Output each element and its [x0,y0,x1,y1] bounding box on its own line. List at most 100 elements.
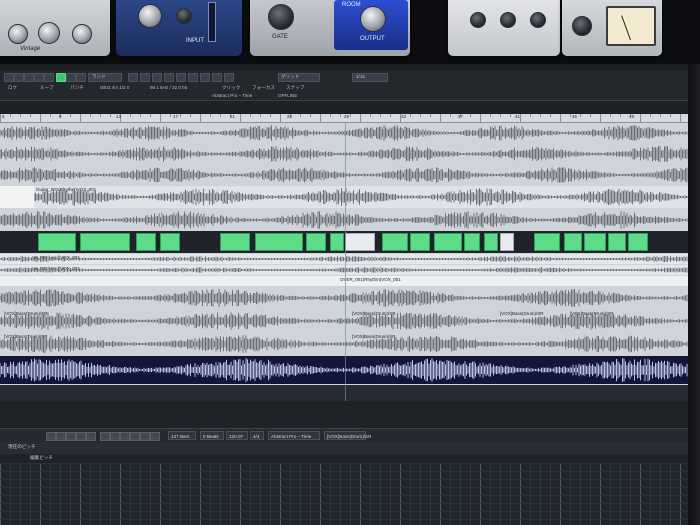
toolbar-button[interactable] [176,73,186,82]
toolbar-button[interactable] [34,73,44,82]
toolbar-row2-label: フォーカス [252,85,275,90]
timebase-field[interactable]: Abstract Pro – Time [268,431,320,440]
plugin-knob[interactable] [138,4,162,28]
timebase-label[interactable]: Abstract Pro – Time [212,93,252,98]
audio-clip[interactable] [330,233,344,251]
pitch-editor-grid[interactable] [0,463,700,525]
grid-line [90,463,91,525]
plugin-window-5[interactable] [562,0,662,56]
sample-rate-field: 86.1 kHz / 32.0 bit [150,85,188,90]
metronome-button[interactable] [100,432,110,441]
audio-clip[interactable] [160,233,180,251]
plugin-knob[interactable] [500,12,516,28]
audio-clip[interactable] [38,233,76,251]
plugin-knob[interactable] [268,4,294,30]
toolbar-button[interactable] [164,73,174,82]
audio-clip[interactable] [345,233,375,251]
ruler-tick [600,114,601,122]
audio-clip[interactable] [564,233,582,251]
plugin-knob[interactable] [530,12,546,28]
ruler-tick [420,114,421,117]
toolbar-button[interactable] [200,73,210,82]
audio-clip[interactable] [255,233,303,251]
toolbar-button[interactable] [152,73,162,82]
toolbar-button[interactable] [24,73,34,82]
transport-button[interactable] [120,432,130,441]
position-field[interactable]: 0003 4/4 1/2 0 [100,85,129,90]
audio-clip[interactable] [500,233,514,251]
ruler-number: 9 [59,114,62,119]
audio-clip[interactable] [584,233,606,251]
ruler-number: 37 [458,114,464,119]
plugin-knob[interactable] [38,22,60,44]
plugin-knob[interactable] [360,6,386,32]
plugin-knob[interactable] [470,12,486,28]
transport-button[interactable] [150,432,160,441]
audio-clip[interactable] [306,233,326,251]
timeline-ruler[interactable]: 5 9 13 17 21 25 29 33 37 41 45 49 [0,114,691,123]
toolbar-button[interactable] [188,73,198,82]
stop-button[interactable] [56,432,66,441]
plugin-knob[interactable] [572,16,592,36]
monitor-bezel [688,64,700,525]
beats-field[interactable]: 0 Beats [200,431,224,440]
arrange-view[interactable]: Guitar_001(Rhythm)VOX_001 Vo_001(Lead)VO… [0,123,690,401]
toolbar-button[interactable] [4,73,14,82]
ruler-number: 25 [287,114,293,119]
tempo-field[interactable]: 120.07 [226,431,248,440]
audio-clip[interactable] [484,233,498,251]
toolbar-button[interactable] [76,73,86,82]
audio-clip[interactable] [80,233,130,251]
grid-line [300,463,301,525]
tab-edit-pitch[interactable]: 編集ピッチ [30,455,53,461]
ruler-tick [500,114,501,117]
toolbar-button[interactable] [66,73,76,82]
toolbar-button[interactable] [212,73,222,82]
plugin-knob[interactable] [8,24,28,44]
plugin-knob[interactable] [176,8,192,24]
audio-clip[interactable] [628,233,648,251]
toolbar-button[interactable] [14,73,24,82]
audio-clip[interactable] [464,233,480,251]
play-button[interactable] [66,432,76,441]
loop-button[interactable] [86,432,96,441]
ruler-tick [100,114,101,117]
toolbar-button[interactable] [44,73,54,82]
bars-field[interactable]: 137 Bars [168,431,196,440]
plugin-window-1[interactable]: Vintage [0,0,110,56]
toolbar-button[interactable] [224,73,234,82]
transport-button[interactable] [130,432,140,441]
ruler-tick [160,114,161,122]
record-button[interactable] [76,432,86,441]
audio-clip[interactable] [534,233,560,251]
toolbar-button[interactable] [128,73,138,82]
playhead[interactable] [345,123,346,401]
audio-clip[interactable] [136,233,156,251]
transport-button[interactable] [140,432,150,441]
plugin-window-2[interactable]: INPUT [116,0,242,56]
plugin-knob[interactable] [72,24,92,44]
grid-line [10,463,11,525]
audio-clip[interactable] [220,233,250,251]
offline-label[interactable]: OFFLINE [278,93,297,98]
plugin-window-4[interactable] [448,0,560,56]
tab-current-pitch[interactable]: 現在のピッチ [8,444,36,450]
audio-clip[interactable] [410,233,430,251]
toolbar-button[interactable] [140,73,150,82]
ruler-number: 5 [2,114,5,119]
plugin-label: INPUT [186,38,204,44]
clip-name-field[interactable]: [VOX]Bass(Drum)/SR [324,431,371,440]
plugin-window-3[interactable]: GATE ROOM OUTPUT [250,0,410,56]
plugin-room-label: ROOM [342,2,361,8]
grid-line [510,463,511,525]
audio-clip[interactable] [382,233,408,251]
grid-line [490,463,491,525]
transport-button[interactable] [110,432,120,441]
audio-clip[interactable] [434,233,462,251]
plugin-fader[interactable] [208,2,216,42]
rewind-button[interactable] [46,432,56,441]
grid-line [130,463,131,525]
active-tool-button[interactable] [56,73,66,82]
audio-clip[interactable] [608,233,626,251]
signature-field[interactable]: 4/4 [250,431,264,440]
